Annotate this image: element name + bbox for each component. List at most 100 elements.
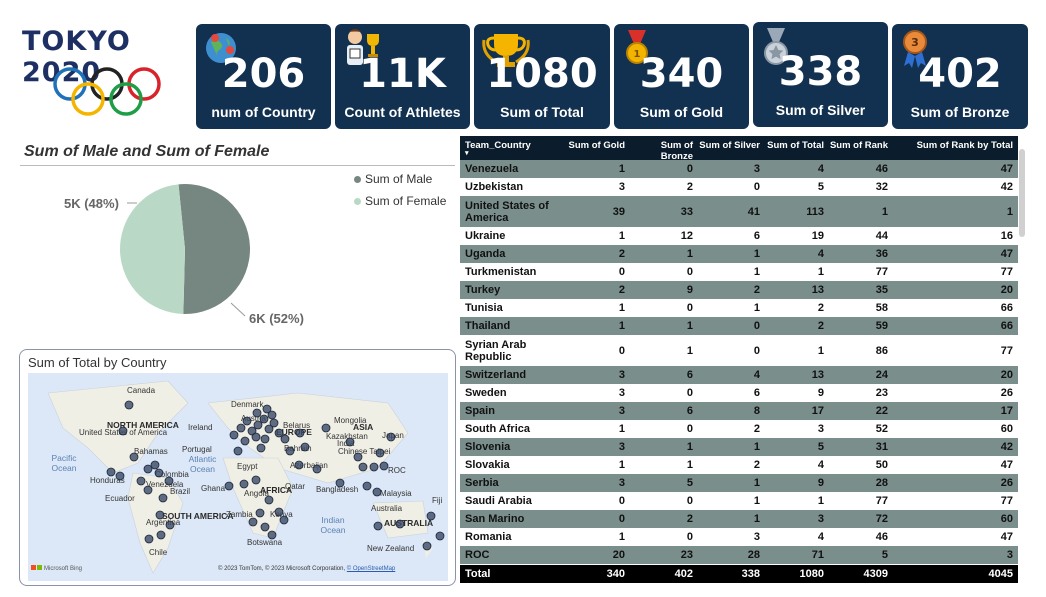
country-cell: Serbia [465,477,499,489]
table-body: Venezuela 1 0 3 4 46 47 Uzbekistan 3 2 0 5 32 42 Unite… [460,160,1018,564]
table-scrollbar[interactable] [1019,149,1025,237]
map-bubble [362,481,372,491]
total-cell: 402 [674,568,693,580]
value-cell: 0 [753,181,760,193]
map-bubble [144,534,154,544]
table-row[interactable]: Ukraine 1 12 6 19 44 16 [460,227,1018,245]
table-row[interactable]: Switzerland 3 6 4 13 24 20 [460,366,1018,384]
value-cell: 1 [753,441,760,453]
header-gold[interactable]: Sum of Gold [562,140,630,151]
table-total-row: Total 340 402 338 1080 4309 4045 [460,565,1018,583]
table-row[interactable]: United States of America 39 33 41 113 1 1 [460,196,1018,227]
value-cell: 3 [618,441,625,453]
table-row[interactable]: Syrian Arab Republic 0 1 0 1 86 77 [460,335,1018,366]
map-bubble [373,521,383,531]
header-rank[interactable]: Sum of Rank [829,140,893,151]
header-team-country[interactable]: Team_Country ▾ [460,140,562,157]
map-bubble [294,460,304,470]
country-cell: Turkmenistan [465,266,537,278]
value-cell: 2 [753,284,760,296]
table-row[interactable]: Serbia 3 5 1 9 28 26 [460,474,1018,492]
map-bubble [279,515,289,525]
table-row[interactable]: South Africa 1 0 2 3 52 60 [460,420,1018,438]
value-cell: 4 [817,531,824,543]
table-row[interactable]: Saudi Arabia 0 0 1 1 77 77 [460,492,1018,510]
table-row[interactable]: Uzbekistan 3 2 0 5 32 42 [460,178,1018,196]
table-row[interactable]: Thailand 1 1 0 2 59 66 [460,317,1018,335]
pie-slice-female[interactable] [119,184,185,314]
table-row[interactable]: Turkmenistan 0 0 1 1 77 77 [460,263,1018,281]
kpi-value: 338 [778,49,863,95]
legend-label: Sum of Female [365,194,447,208]
value-cell: 1 [753,266,760,278]
value-cell: 36 [875,248,888,260]
header-rank-by-total[interactable]: Sum of Rank by Total [893,140,1018,151]
value-cell: 1 [753,513,760,525]
header-silver[interactable]: Sum of Silver [698,140,765,151]
legend-dot [354,175,361,183]
legend-item-male[interactable]: Sum of Male [354,172,446,186]
table-row[interactable]: Slovenia 3 1 1 5 31 42 [460,438,1018,456]
table-row[interactable]: ROC 20 23 28 71 5 3 [460,546,1018,564]
value-cell: 1 [753,248,760,260]
value-cell: 41 [747,205,760,218]
value-cell: 47 [1000,459,1013,471]
table-row[interactable]: Sweden 3 0 6 9 23 26 [460,384,1018,402]
table-row[interactable]: Spain 3 6 8 17 22 17 [460,402,1018,420]
kpi-label: Sum of Silver [775,102,866,118]
map-bubble [435,531,445,541]
value-cell: 0 [686,302,693,314]
tokyo-2020-logo: TOKYO 2020 [22,26,194,121]
value-cell: 5 [817,181,824,193]
kpi-label: Count of Athletes [344,104,461,120]
header-bronze[interactable]: Sum of Bronze [630,140,698,162]
map-bubbles [106,400,445,551]
country-cell: Syrian Arab Republic [465,338,527,363]
map-bubble [165,520,175,530]
map-bubble [269,418,279,428]
value-cell: 2 [817,302,824,314]
total-cell: 1080 [799,568,824,580]
pie-slice-male[interactable] [178,184,250,314]
table-row[interactable]: Romania 1 0 3 4 46 47 [460,528,1018,546]
kpi-value: 11K [359,51,446,97]
map-bubble [233,446,243,456]
table-row[interactable]: Tunisia 1 0 1 2 58 66 [460,299,1018,317]
table-row[interactable]: Slovakia 1 1 2 4 50 47 [460,456,1018,474]
map-bubble [426,511,436,521]
value-cell: 3 [1006,549,1013,561]
country-cell: Saudi Arabia [465,495,532,507]
map-bubble [129,452,139,462]
map-visual: Sum of Total by Country Canada NORTH AME… [19,349,456,586]
value-cell: 86 [875,344,888,357]
osm-link[interactable]: © OpenStreetMap [347,566,395,572]
value-cell: 28 [875,477,888,489]
value-cell: 1 [753,477,760,489]
value-cell: 0 [618,344,625,357]
map-bubble [251,475,261,485]
value-cell: 17 [1000,405,1013,417]
value-cell: 28 [747,549,760,561]
value-cell: 60 [1000,513,1013,525]
value-cell: 0 [686,387,693,399]
map-bubble [267,530,277,540]
value-cell: 6 [686,369,693,381]
legend-item-female[interactable]: Sum of Female [354,194,446,208]
map-bubble [264,495,274,505]
value-cell: 33 [680,205,693,218]
value-cell: 3 [618,181,625,193]
kpi-card-total: 1080 Sum of Total [474,24,610,129]
header-total[interactable]: Sum of Total [765,140,829,151]
value-cell: 4 [753,369,760,381]
map-canvas[interactable]: Canada NORTH AMERICA United States of Am… [28,373,448,581]
table-row[interactable]: Uganda 2 1 1 4 36 47 [460,245,1018,263]
table-row[interactable]: San Marino 0 2 1 3 72 60 [460,510,1018,528]
value-cell: 3 [753,531,760,543]
map-bubble [136,476,146,486]
value-cell: 9 [817,477,824,489]
value-cell: 1 [686,344,693,357]
table-row[interactable]: Turkey 2 9 2 13 35 20 [460,281,1018,299]
value-cell: 0 [753,320,760,332]
map-bubble [262,404,272,414]
table-row[interactable]: Venezuela 1 0 3 4 46 47 [460,160,1018,178]
